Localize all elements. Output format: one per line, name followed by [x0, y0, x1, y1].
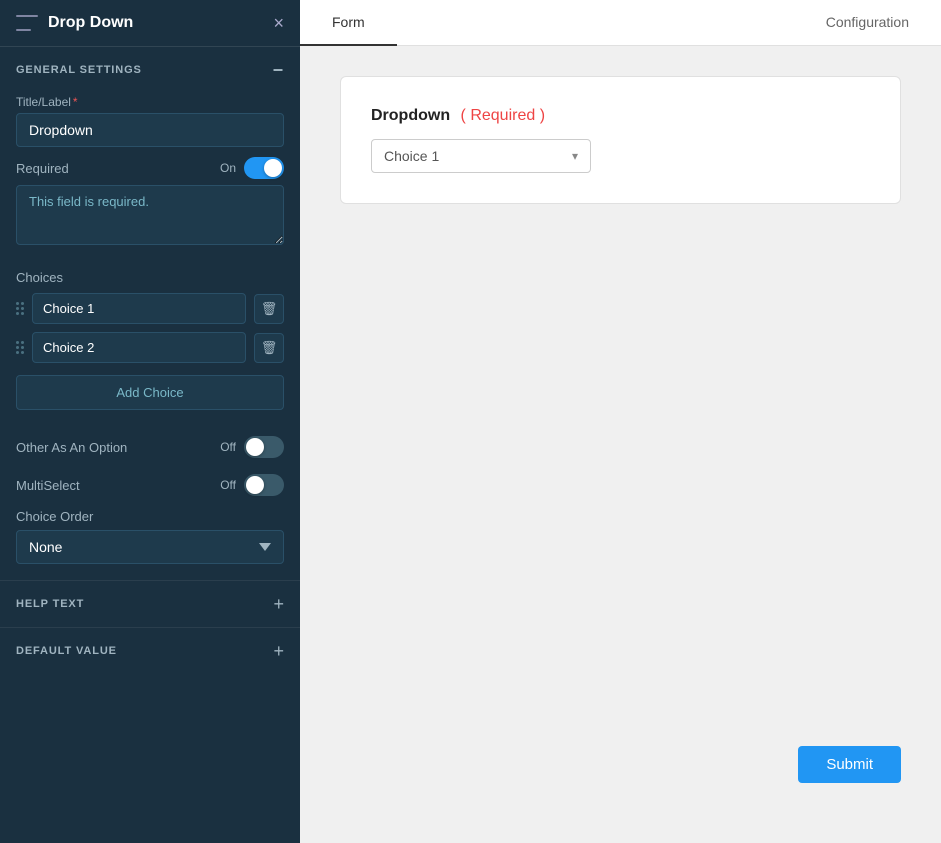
right-content: Dropdown ( Required ) Choice 1 ▾ Submit [300, 46, 941, 843]
drag-handle-1[interactable] [16, 302, 24, 315]
help-text-label: HELP TEXT [16, 598, 84, 610]
multiselect-label: MultiSelect [16, 478, 80, 493]
panel-title: Drop Down [48, 14, 133, 32]
form-card: Dropdown ( Required ) Choice 1 ▾ [340, 76, 901, 204]
multiselect-toggle[interactable] [244, 474, 284, 496]
choice-order-label: Choice Order [16, 509, 93, 524]
tab-spacer [397, 0, 794, 45]
left-panel: Drop Down × GENERAL SETTINGS − Title/Lab… [0, 0, 300, 843]
dropdown-icon [16, 15, 38, 31]
required-dot: * [73, 95, 78, 109]
general-settings-header: GENERAL SETTINGS − [0, 47, 300, 89]
general-settings-toggle[interactable]: − [273, 61, 284, 79]
other-as-option-toggle[interactable] [244, 436, 284, 458]
choices-section: Choices 🗑 🗑 Add Choice [0, 266, 300, 410]
panel-header: Drop Down × [0, 0, 300, 47]
multiselect-right: Off [220, 474, 284, 496]
default-value-expand-icon: + [273, 642, 284, 660]
dropdown-value: Choice 1 [384, 148, 439, 164]
multiselect-state: Off [220, 478, 236, 492]
tab-form[interactable]: Form [300, 0, 397, 46]
help-text-expand-icon: + [273, 595, 284, 613]
other-as-option-state: Off [220, 440, 236, 454]
required-state-label: On [220, 161, 236, 175]
choice-2-input[interactable] [32, 332, 246, 363]
help-text-section[interactable]: HELP TEXT + [0, 580, 300, 627]
choice-item: 🗑 [16, 293, 284, 324]
delete-choice-2-button[interactable]: 🗑 [254, 333, 284, 363]
general-settings-content: Title/Label* Required On This field is r… [0, 89, 300, 266]
drag-handle-2[interactable] [16, 341, 24, 354]
submit-button[interactable]: Submit [798, 746, 901, 783]
delete-choice-1-button[interactable]: 🗑 [254, 294, 284, 324]
right-panel: Form Configuration Dropdown ( Required )… [300, 0, 941, 843]
choice-order-wrapper: None Alphabetical Random [0, 530, 300, 580]
required-toggle[interactable] [244, 157, 284, 179]
tabs-bar: Form Configuration [300, 0, 941, 46]
tab-configuration[interactable]: Configuration [794, 0, 941, 46]
other-as-option-label: Other As An Option [16, 440, 127, 455]
other-as-option-right: Off [220, 436, 284, 458]
multiselect-row: MultiSelect Off [0, 464, 300, 502]
other-as-option-row: Other As An Option Off [0, 426, 300, 464]
required-label: Required [16, 161, 69, 176]
choice-order-label-row: Choice Order [0, 502, 300, 530]
required-toggle-right: On [220, 157, 284, 179]
required-message-textarea[interactable]: This field is required. [16, 185, 284, 245]
dropdown-arrow-icon: ▾ [572, 149, 578, 163]
choice-1-input[interactable] [32, 293, 246, 324]
choice-order-select[interactable]: None Alphabetical Random [16, 530, 284, 564]
form-field-label: Dropdown ( Required ) [371, 107, 870, 125]
add-choice-button[interactable]: Add Choice [16, 375, 284, 410]
title-label: Title/Label* [0, 95, 300, 113]
general-settings-label: GENERAL SETTINGS [16, 64, 142, 76]
choice-item: 🗑 [16, 332, 284, 363]
default-value-section[interactable]: DEFAULT VALUE + [0, 627, 300, 674]
title-input[interactable] [16, 113, 284, 147]
required-toggle-row: Required On [0, 147, 300, 185]
form-dropdown[interactable]: Choice 1 ▾ [371, 139, 591, 173]
close-button[interactable]: × [273, 14, 284, 32]
default-value-label: DEFAULT VALUE [16, 645, 117, 657]
panel-header-left: Drop Down [16, 14, 133, 32]
choices-label: Choices [16, 270, 284, 285]
required-text: ( Required ) [461, 107, 545, 124]
